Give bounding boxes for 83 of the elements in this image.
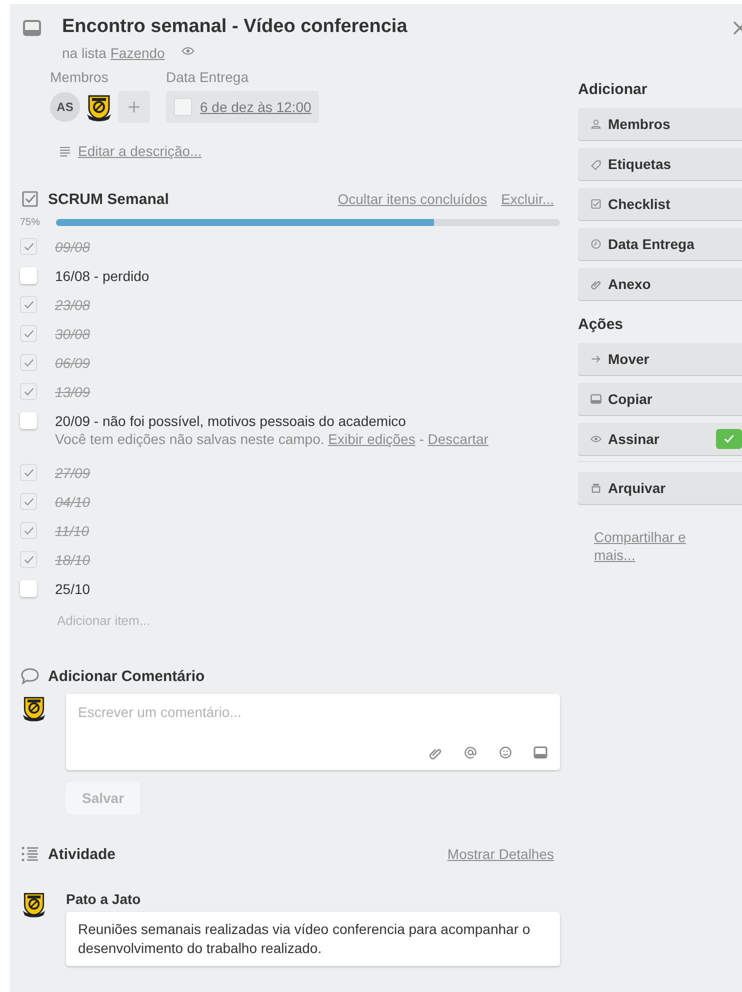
comment-field[interactable]: Escrever um comentário... [78, 704, 548, 745]
speech-bubble-icon [20, 666, 40, 686]
item-checkbox[interactable] [20, 464, 37, 481]
activity-icon [20, 844, 40, 864]
sidebar-button[interactable]: Etiquetas [578, 148, 742, 180]
activity-title: Atividade [48, 846, 116, 862]
checklist-icon [20, 189, 40, 209]
checklist-item[interactable]: 04/10 [55, 493, 90, 511]
checklist-item[interactable]: 09/08 [55, 238, 90, 256]
clock-icon [590, 238, 602, 250]
author-name: Pato a Jato [66, 890, 142, 908]
checklist-item[interactable]: 23/08 [55, 296, 90, 314]
item-checkbox[interactable] [20, 238, 37, 255]
delete-link[interactable]: Excluir... [501, 191, 554, 207]
sidebar-heading: Ações [578, 316, 624, 333]
tag-icon [590, 158, 602, 170]
hide-completed-link[interactable]: Ocultar itens concluídos [338, 191, 488, 207]
sidebar-button[interactable]: Mover [578, 343, 742, 375]
item-checkbox[interactable] [20, 412, 37, 429]
arrow-icon [590, 353, 602, 365]
checklist-item[interactable]: 27/09 [55, 464, 90, 482]
checklist-title: SCRUM Semanal [48, 190, 169, 208]
list-link[interactable]: Fazendo [110, 44, 165, 60]
item-checkbox[interactable] [20, 522, 37, 539]
card-icon [533, 745, 548, 760]
sidebar-button[interactable]: Arquivar [578, 472, 742, 504]
eye-icon [590, 433, 602, 445]
save-button[interactable]: Salvar [66, 782, 140, 814]
person-icon [590, 118, 602, 130]
comment-box[interactable]: Escrever um comentário... [66, 694, 560, 770]
shield-avatar-icon [20, 694, 48, 722]
checklist-item[interactable]: 18/10 [55, 551, 90, 569]
sidebar-button[interactable]: Assinar [578, 423, 742, 455]
show-edits-link[interactable]: Exibir edições [328, 431, 416, 447]
checklist-item[interactable]: 20/09 - não foi possível, motivos pessoais do academico [55, 412, 488, 430]
item-checkbox[interactable] [20, 383, 37, 400]
show-details-link[interactable]: Mostrar Detalhes [447, 846, 554, 862]
add-item-field[interactable]: Adicionar item... [57, 613, 560, 628]
members-label: Membros [50, 69, 110, 85]
item-checkbox[interactable] [20, 296, 37, 313]
item-checkbox[interactable] [20, 325, 37, 342]
add-member-button[interactable] [118, 91, 150, 123]
sidebar-button[interactable]: Data Entrega [578, 228, 742, 260]
paperclip-icon [590, 278, 602, 290]
activity-comment: Reuniões semanais realizadas via vídeo conferencia para acompanhar o desenvolvimento do trabalho realizado. [66, 912, 560, 966]
item-checkbox[interactable] [20, 551, 37, 568]
checkbox-icon [590, 198, 602, 210]
checklist-item[interactable]: 11/10 [55, 522, 89, 540]
unsaved-note: Você tem edições não salvas neste campo. [55, 431, 324, 447]
edit-description-link[interactable]: Editar a descrição... [78, 143, 202, 159]
list-label: na lista [62, 44, 106, 60]
sidebar-button[interactable]: Anexo [578, 268, 742, 300]
sidebar-button[interactable]: Membros [578, 108, 742, 140]
sidebar-heading: Adicionar [578, 81, 648, 98]
check-icon [722, 432, 736, 446]
due-date-label: Data Entrega [166, 69, 250, 85]
item-checkbox[interactable] [20, 267, 37, 284]
emoji-icon [498, 745, 513, 760]
due-date-link[interactable]: 6 de dez às 12:00 [200, 99, 312, 115]
progress-percent: 75% [20, 217, 42, 228]
member-avatar[interactable]: AS [50, 92, 80, 122]
checklist-item[interactable]: 13/09 [55, 383, 90, 401]
sidebar-button[interactable]: Copiar [578, 383, 742, 415]
archive-icon [590, 482, 602, 494]
card-title: Encontro semanal - Vídeo conferencia [62, 15, 408, 39]
share-link[interactable]: Compartilhar e mais... [594, 528, 704, 564]
separator-text: - [419, 431, 424, 447]
checklist-item[interactable]: 06/09 [55, 354, 90, 372]
discard-link[interactable]: Descartar [428, 431, 488, 447]
card-icon [22, 18, 42, 38]
checklist-item[interactable]: 30/08 [55, 325, 90, 343]
sidebar-button[interactable]: Checklist [578, 188, 742, 220]
comment-title: Adicionar Comentário [48, 668, 205, 684]
card-icon [590, 393, 602, 405]
item-checkbox[interactable] [20, 493, 37, 510]
item-checkbox[interactable] [20, 354, 37, 371]
checklist-item[interactable]: 16/08 - perdido [55, 267, 150, 285]
checklist-item[interactable]: 25/10 [55, 580, 90, 598]
text-lines-icon [58, 144, 72, 158]
item-checkbox[interactable] [20, 580, 37, 597]
at-sign-icon [463, 745, 478, 760]
due-checkbox[interactable] [174, 98, 192, 116]
shield-avatar-icon [20, 890, 48, 918]
